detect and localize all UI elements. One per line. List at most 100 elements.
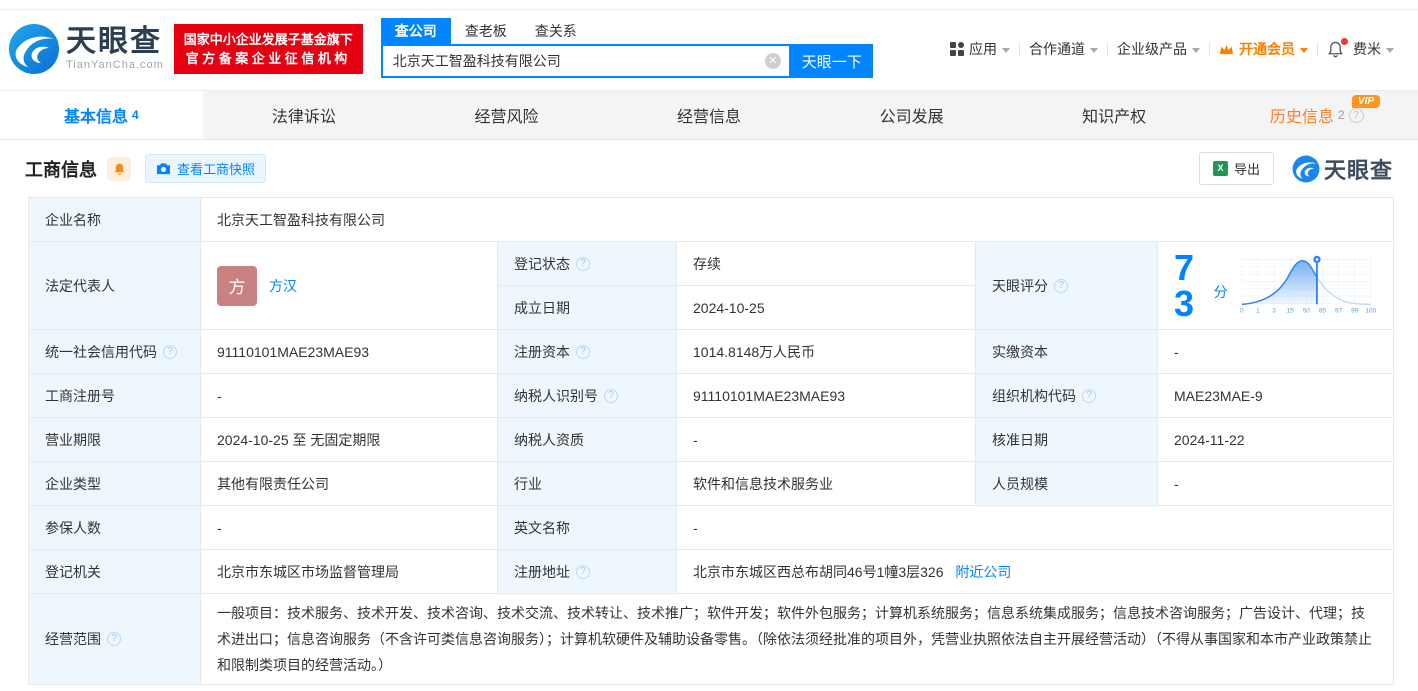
help-icon[interactable]: ? (1349, 108, 1364, 123)
tab-basic-info[interactable]: 基本信息 4 (0, 91, 203, 139)
monitor-bell-button[interactable] (107, 157, 131, 181)
reg-number-value: - (201, 374, 498, 418)
chevron-down-icon (1386, 48, 1394, 53)
table-row: 统一社会信用代码 ? 91110101MAE23MAE93 注册资本 ? 101… (29, 330, 1394, 374)
taxpayer-quality-label: 纳税人资质 (498, 418, 677, 462)
avatar[interactable]: 方 (217, 266, 257, 306)
tab-history-info[interactable]: VIP 历史信息 2 ? (1215, 91, 1418, 139)
company-name-value: 北京天工智盈科技有限公司 (201, 198, 1394, 242)
staff-size-value: - (1158, 462, 1394, 506)
tab-history-count: 2 (1338, 108, 1345, 122)
english-name-value: - (677, 506, 1394, 550)
legal-rep-link[interactable]: 方汉 (269, 276, 297, 296)
help-icon[interactable]: ? (107, 632, 121, 646)
business-scope-label: 经营范围 ? (29, 594, 201, 685)
score-cell[interactable]: 73 分 (1158, 242, 1394, 330)
svg-text:50: 50 (1302, 307, 1310, 314)
svg-text:85: 85 (1319, 307, 1327, 314)
search-box: ✕ (381, 44, 791, 78)
score-axis-labels: 013 155085 9799100 (1240, 307, 1377, 314)
score-value: 73 (1174, 250, 1211, 322)
tianyancha-logo[interactable]: 天眼查 TianYanCha.com (8, 23, 164, 75)
table-row: 登记机关 北京市东城区市场监督管理局 注册地址 ? 北京市东城区西总布胡同46号… (29, 550, 1394, 594)
help-icon[interactable]: ? (576, 345, 590, 359)
help-icon[interactable]: ? (604, 389, 618, 403)
tianyancha-logo-icon (8, 23, 60, 75)
menu-vip[interactable]: 开通会员 (1219, 39, 1308, 59)
tab-operation-info[interactable]: 经营信息 (608, 91, 811, 139)
help-icon[interactable]: ? (163, 345, 177, 359)
header: 天眼查 TianYanCha.com 国家中小企业发展子基金旗下 官方备案企业征… (0, 10, 1418, 90)
menu-enterprise-label: 企业级产品 (1117, 39, 1187, 59)
industry-label: 行业 (498, 462, 677, 506)
reg-status-label: 登记状态 ? (498, 242, 677, 286)
table-row: 企业类型 其他有限责任公司 行业 软件和信息技术服务业 人员规模 - (29, 462, 1394, 506)
approval-date-label: 核准日期 (976, 418, 1158, 462)
reg-address-label: 注册地址 ? (498, 550, 677, 594)
clear-icon[interactable]: ✕ (765, 53, 781, 69)
notification-dot (1341, 38, 1348, 45)
legal-rep-label: 法定代表人 (29, 242, 201, 330)
bell-icon (113, 162, 126, 176)
search-input[interactable] (383, 53, 765, 69)
camera-icon (156, 162, 171, 175)
credit-code-label: 统一社会信用代码 ? (29, 330, 201, 374)
notification-bell[interactable] (1327, 41, 1344, 58)
help-icon[interactable]: ? (1082, 389, 1096, 403)
tab-intellectual-property[interactable]: 知识产权 (1013, 91, 1216, 139)
snapshot-button[interactable]: 查看工商快照 (145, 154, 266, 183)
tab-basic-count: 4 (132, 108, 139, 122)
reg-capital-label: 注册资本 ? (498, 330, 677, 374)
svg-text:3: 3 (1272, 307, 1276, 314)
paid-capital-label: 实缴资本 (976, 330, 1158, 374)
table-row: 参保人数 - 英文名称 - (29, 506, 1394, 550)
org-code-value: MAE23MAE-9 (1158, 374, 1394, 418)
menu-apps-label: 应用 (969, 39, 997, 59)
svg-text:0: 0 (1240, 307, 1244, 314)
svg-text:1: 1 (1256, 307, 1260, 314)
help-icon[interactable]: ? (576, 257, 590, 271)
search-tab-boss[interactable]: 查老板 (451, 18, 521, 44)
badge-line2: 官方备案企业征信机构 (184, 49, 353, 68)
tab-company-development[interactable]: 公司发展 (810, 91, 1013, 139)
reg-authority-label: 登记机关 (29, 550, 201, 594)
company-type-label: 企业类型 (29, 462, 201, 506)
table-row: 营业期限 2024-10-25 至 无固定期限 纳税人资质 - 核准日期 202… (29, 418, 1394, 462)
menu-user[interactable]: 费米 (1353, 39, 1394, 59)
svg-text:99: 99 (1351, 307, 1359, 314)
apps-grid-icon (950, 42, 964, 56)
menu-apps[interactable]: 应用 (950, 39, 1010, 59)
nearby-companies-link[interactable]: 附近公司 (955, 564, 1011, 580)
company-nav: 基本信息 4 法律诉讼 经营风险 经营信息 公司发展 知识产权 VIP 历史信息… (0, 90, 1418, 140)
help-icon[interactable]: ? (576, 565, 590, 579)
reg-status-value: 存续 (677, 242, 976, 286)
table-row: 经营范围 ? 一般项目：技术服务、技术开发、技术咨询、技术交流、技术转让、技术推… (29, 594, 1394, 685)
search-area: 查公司 查老板 查关系 ✕ 天眼一下 (381, 20, 873, 78)
badge-line1: 国家中小企业发展子基金旗下 (184, 30, 353, 49)
help-icon[interactable]: ? (1054, 279, 1068, 293)
taxpayer-id-label: 纳税人识别号 ? (498, 374, 677, 418)
menu-enterprise[interactable]: 企业级产品 (1117, 39, 1200, 59)
svg-text:97: 97 (1335, 307, 1343, 314)
tab-operation-risk[interactable]: 经营风险 (405, 91, 608, 139)
company-type-value: 其他有限责任公司 (201, 462, 498, 506)
crown-icon (1219, 43, 1234, 56)
search-tab-relation[interactable]: 查关系 (521, 18, 591, 44)
export-button[interactable]: X 导出 (1199, 152, 1274, 185)
chevron-down-icon (1300, 48, 1308, 53)
score-distribution-chart: 013 155085 9799100 (1240, 251, 1377, 321)
chevron-down-icon (1192, 48, 1200, 53)
reg-number-label: 工商注册号 (29, 374, 201, 418)
tab-legal[interactable]: 法律诉讼 (203, 91, 406, 139)
search-tab-company[interactable]: 查公司 (381, 18, 451, 44)
watermark-logo: 天眼查 (1292, 153, 1393, 185)
chevron-down-icon (1090, 48, 1098, 53)
search-tabs: 查公司 查老板 查关系 (381, 20, 873, 44)
business-info-table: 企业名称 北京天工智盈科技有限公司 法定代表人 方 方汉 登记状态 ? 存续 天… (28, 197, 1394, 685)
reg-address-value: 北京市东城区西总布胡同46号1幢3层326 (693, 564, 944, 580)
search-button[interactable]: 天眼一下 (791, 44, 873, 78)
legal-rep-cell: 方 方汉 (201, 242, 498, 330)
reg-address-cell: 北京市东城区西总布胡同46号1幢3层326 附近公司 (677, 550, 1394, 594)
username: 费米 (1353, 39, 1381, 59)
menu-partner[interactable]: 合作通道 (1029, 39, 1098, 59)
